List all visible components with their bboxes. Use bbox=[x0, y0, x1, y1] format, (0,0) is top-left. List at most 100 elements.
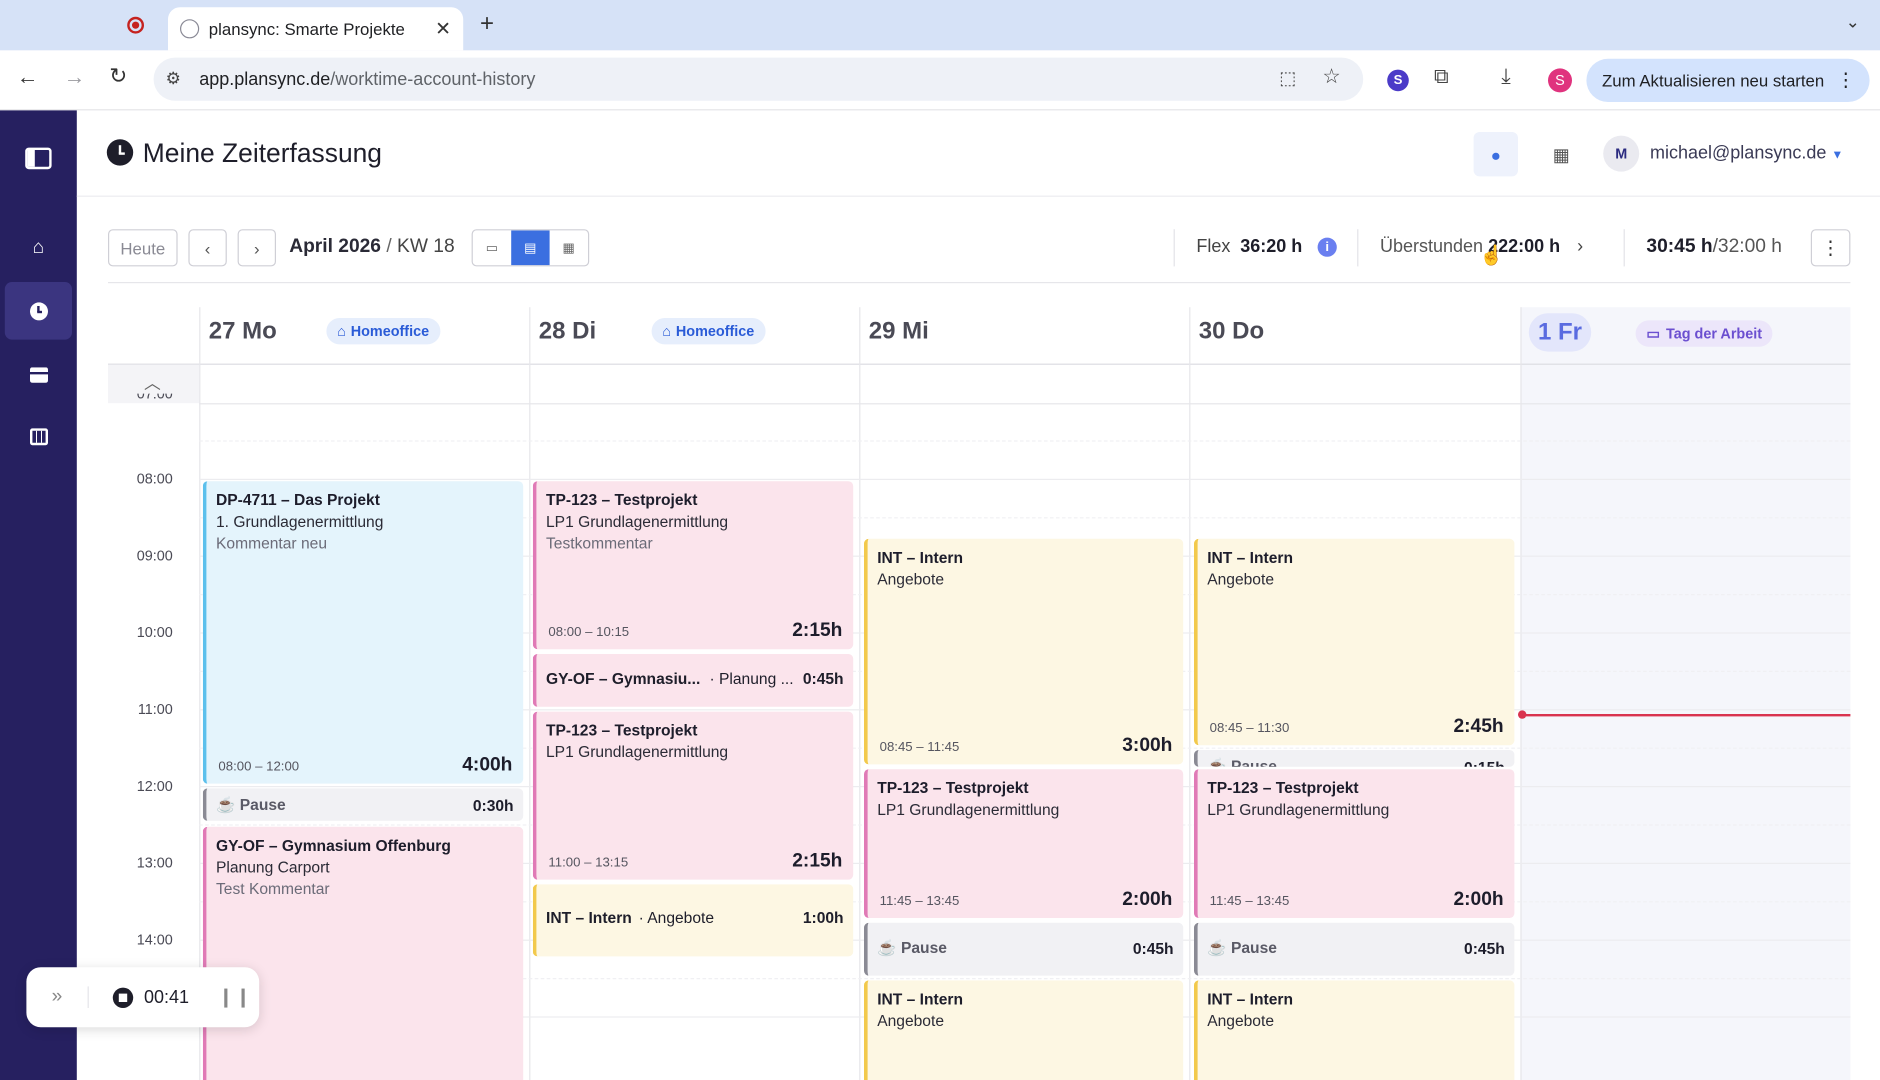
day-header-separator bbox=[108, 363, 1851, 365]
entry-phase: LP1 Grundlagenermittlung bbox=[546, 512, 729, 531]
new-tab-icon[interactable]: + bbox=[480, 11, 494, 39]
entry-duration: 2:15h bbox=[792, 620, 843, 641]
user-menu[interactable]: michael@plansync.de ▼ bbox=[1650, 143, 1843, 163]
coffee-cup-icon: ☕ bbox=[1207, 757, 1227, 767]
app-sidebar: ⌂ bbox=[0, 110, 77, 1080]
time-entry[interactable]: TP-123 – Testprojekt LP1 Grundlagenermit… bbox=[864, 769, 1184, 919]
collapse-up-icon[interactable]: ︿ bbox=[144, 371, 161, 395]
expand-chevrons-icon[interactable]: » bbox=[26, 986, 89, 1009]
pause-duration: 0:45h bbox=[1464, 939, 1505, 958]
user-initial: M bbox=[1615, 145, 1628, 162]
time-entry[interactable]: TP-123 – Testprojekt LP1 Grundlagenermit… bbox=[1194, 769, 1515, 919]
record-icon[interactable] bbox=[127, 16, 144, 34]
time-entry[interactable]: DP-4711 – Das Projekt 1. Grundlagenermit… bbox=[202, 481, 524, 784]
entry-project: INT – Intern bbox=[877, 548, 964, 567]
entry-project: INT – Intern bbox=[546, 908, 632, 927]
entry-comment: Test Kommentar bbox=[216, 879, 330, 898]
pause-entry[interactable]: ☕ Pause 0:30h bbox=[202, 788, 524, 821]
back-icon[interactable]: ← bbox=[17, 65, 39, 90]
time-entry[interactable]: INT – Intern · Angebote 1:00h bbox=[532, 884, 854, 957]
pause-entry[interactable]: ☕ Pause 0:15h bbox=[1194, 750, 1515, 767]
pause-label: Pause bbox=[900, 938, 947, 957]
day-header-mon[interactable]: 27 Mo bbox=[209, 318, 277, 346]
week-view-button[interactable]: ▤ bbox=[511, 230, 550, 266]
entry-phase: 1. Grundlagenermittlung bbox=[216, 512, 384, 531]
floating-timer: » 00:41 ❙❙ bbox=[26, 967, 260, 1028]
entry-phase: LP1 Grundlagenermittlung bbox=[1207, 800, 1390, 819]
info-icon[interactable]: i bbox=[1317, 237, 1337, 257]
day-header-wed[interactable]: 29 Mi bbox=[869, 318, 929, 346]
browser-tab-active[interactable]: plansync: Smarte Projekte ✕ bbox=[168, 7, 464, 51]
time-entry[interactable]: INT – Intern Angebote 08:45 – 11:30 2:45… bbox=[1194, 538, 1515, 746]
close-tab-icon[interactable]: ✕ bbox=[435, 17, 451, 41]
time-entry[interactable]: TP-123 – Testprojekt LP1 Grundlagenermit… bbox=[532, 711, 854, 880]
entry-time-range: 08:00 – 10:15 bbox=[548, 625, 630, 640]
more-options-button[interactable]: ⋮ bbox=[1810, 229, 1851, 267]
period-month: April 2026 bbox=[289, 236, 381, 257]
time-entry[interactable]: INT – Intern Angebote bbox=[864, 980, 1184, 1080]
week-view-icon: ▤ bbox=[524, 241, 537, 256]
time-entry[interactable]: TP-123 – Testprojekt LP1 Grundlagenermit… bbox=[532, 481, 854, 650]
entry-comment: Kommentar neu bbox=[216, 534, 327, 552]
pause-duration: 0:30h bbox=[472, 796, 514, 815]
pause-label: Pause bbox=[239, 795, 286, 814]
time-label: 12:00 bbox=[136, 777, 173, 795]
sidebar-item-schedule[interactable] bbox=[5, 408, 72, 466]
day-view-button[interactable]: ▭ bbox=[473, 230, 511, 265]
hours-done: 30:45 h bbox=[1646, 236, 1713, 257]
sidebar-toggle-icon[interactable] bbox=[5, 130, 72, 188]
tab-search-chevron-icon[interactable]: ⌄ bbox=[1846, 12, 1860, 32]
personal-view-button[interactable]: ● bbox=[1473, 132, 1518, 177]
user-avatar[interactable]: M bbox=[1603, 135, 1640, 172]
hours-target: /32:00 h bbox=[1712, 236, 1782, 257]
day-column bbox=[1520, 307, 1522, 1080]
download-icon[interactable]: ⤓ bbox=[1501, 64, 1511, 89]
profile-avatar[interactable]: S bbox=[1548, 68, 1573, 93]
time-entry[interactable]: GY-OF – Gymnasiu... · Planung ... 0:45h bbox=[532, 654, 854, 707]
extension-avatar[interactable]: S bbox=[1387, 69, 1409, 92]
stop-button[interactable] bbox=[112, 987, 134, 1008]
weekly-hours: 30:45 h/32:00 h bbox=[1646, 236, 1782, 258]
site-settings-icon[interactable]: ⚙ bbox=[166, 68, 181, 88]
entry-time-range: 08:45 – 11:30 bbox=[1209, 721, 1290, 736]
bookmark-star-icon[interactable]: ☆ bbox=[1322, 65, 1340, 89]
extensions-puzzle-icon[interactable]: ⧉ bbox=[1434, 65, 1449, 89]
calendar-top-border bbox=[108, 282, 1851, 284]
reload-icon[interactable]: ↻ bbox=[109, 64, 127, 89]
time-entry[interactable]: INT – Intern Angebote 08:45 – 11:45 3:00… bbox=[864, 538, 1184, 765]
previous-week-button[interactable]: ‹ bbox=[188, 229, 227, 267]
day-header-tue[interactable]: 28 Di bbox=[539, 318, 596, 346]
url-bar[interactable]: ⚙ app.plansync.de/worktime-account-histo… bbox=[153, 57, 1364, 101]
time-entry[interactable]: GY-OF – Gymnasium Offenburg Planung Carp… bbox=[202, 826, 524, 1080]
company-view-button[interactable]: ▦ bbox=[1543, 132, 1579, 176]
sidebar-item-calendar[interactable] bbox=[5, 346, 72, 404]
time-label: 13:00 bbox=[136, 854, 173, 872]
period-separator: / bbox=[386, 236, 392, 257]
today-button[interactable]: Heute bbox=[108, 229, 178, 267]
day-header-fri[interactable]: 1 Fr bbox=[1528, 313, 1592, 352]
entry-project: TP-123 – Testprojekt bbox=[1207, 778, 1359, 797]
pause-entry[interactable]: ☕ Pause 0:45h bbox=[1194, 922, 1515, 976]
time-label: 11:00 bbox=[137, 700, 173, 718]
pause-duration: 0:15h bbox=[1464, 757, 1505, 767]
forward-icon[interactable]: → bbox=[64, 65, 86, 90]
holiday-column-bg bbox=[1520, 307, 1851, 1080]
install-app-icon[interactable]: ⬚ bbox=[1279, 67, 1296, 88]
pause-entry[interactable]: ☕ Pause 0:45h bbox=[864, 922, 1184, 976]
sidebar-item-home[interactable]: ⌂ bbox=[5, 220, 72, 278]
pause-button[interactable]: ❙❙ bbox=[218, 985, 253, 1009]
update-button[interactable]: Zum Aktualisieren neu starten ⋮ bbox=[1586, 58, 1870, 103]
entry-time-range: 08:00 – 12:00 bbox=[218, 759, 300, 775]
entry-phase: · Planung ... bbox=[709, 669, 794, 688]
time-entry[interactable]: INT – Intern Angebote bbox=[1194, 980, 1515, 1080]
entry-phase: Angebote bbox=[1207, 570, 1275, 588]
kebab-menu-icon[interactable]: ⋮ bbox=[1836, 68, 1855, 92]
next-week-button[interactable]: › bbox=[237, 229, 276, 267]
home-icon: ⌂ bbox=[32, 237, 45, 258]
plansync-favicon-icon bbox=[180, 19, 200, 39]
day-number: 27 bbox=[208, 318, 236, 345]
clock-icon bbox=[29, 301, 48, 320]
sidebar-item-time-tracking[interactable] bbox=[4, 282, 72, 340]
month-view-button[interactable]: ▦ bbox=[550, 230, 588, 265]
day-header-thu[interactable]: 30 Do bbox=[1199, 318, 1264, 346]
